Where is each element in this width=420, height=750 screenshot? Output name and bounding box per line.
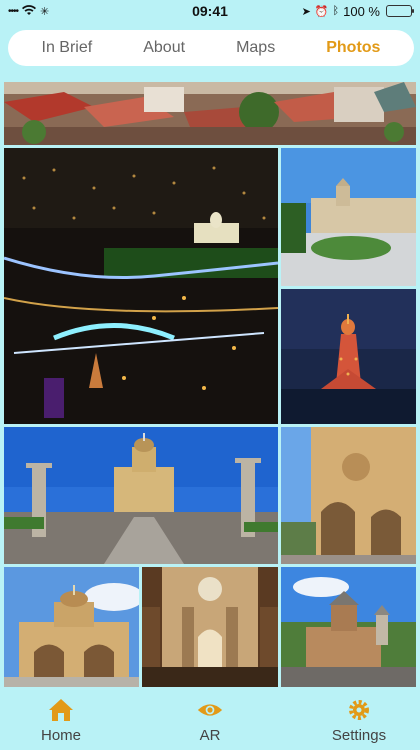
loading-icon: ✳ [40,5,50,18]
status-left: •••• ✳ [8,4,49,19]
battery-percent: 100 % [343,3,380,19]
photo-image [4,82,416,145]
nav-ar[interactable]: AR [165,697,255,744]
bluetooth-icon: ᛒ [332,5,340,17]
tab-in-brief[interactable]: In Brief [32,33,103,63]
nav-home[interactable]: Home [16,697,106,744]
bottom-nav: Home AR Settings [0,690,420,750]
gear-icon [346,697,372,723]
section-tabs: In Brief About Maps Photos [8,30,414,66]
tab-maps[interactable]: Maps [226,33,285,63]
photo-image [4,148,278,424]
wifi-icon [22,4,37,19]
photo-image [4,567,139,687]
status-right: ➤ ⏰ ᛒ 100 % [301,3,414,19]
photo-cathedral-dome[interactable] [4,567,139,687]
photo-old-church[interactable] [281,567,416,687]
photo-cathedral-night[interactable] [281,289,416,424]
photo-city-rooftops[interactable] [4,82,416,145]
signal-icon: •••• [8,5,19,17]
photo-image [281,148,416,286]
tab-photos[interactable]: Photos [316,33,390,63]
home-icon [48,697,74,723]
photo-image [281,289,416,424]
photo-image [281,427,416,564]
photo-cathedral-crosses[interactable] [4,427,278,564]
location-icon: ➤ [301,5,311,18]
photo-night-city-bridge[interactable] [4,148,278,424]
battery-icon [386,5,414,17]
alarm-icon: ⏰ [314,5,329,18]
eye-icon [197,697,223,723]
nav-ar-label: AR [199,726,221,744]
nav-settings[interactable]: Settings [314,697,404,744]
nav-home-label: Home [40,726,81,744]
status-bar: •••• ✳ 09:41 ➤ ⏰ ᛒ 100 % [0,0,420,22]
photo-image [4,427,278,564]
nav-settings-label: Settings [331,726,387,744]
tab-about[interactable]: About [133,33,195,63]
photo-cathedral-facade[interactable] [281,427,416,564]
photo-palace-garden[interactable] [281,148,416,286]
photo-cathedral-interior[interactable] [142,567,278,687]
photo-image [142,567,278,687]
photo-image [281,567,416,687]
